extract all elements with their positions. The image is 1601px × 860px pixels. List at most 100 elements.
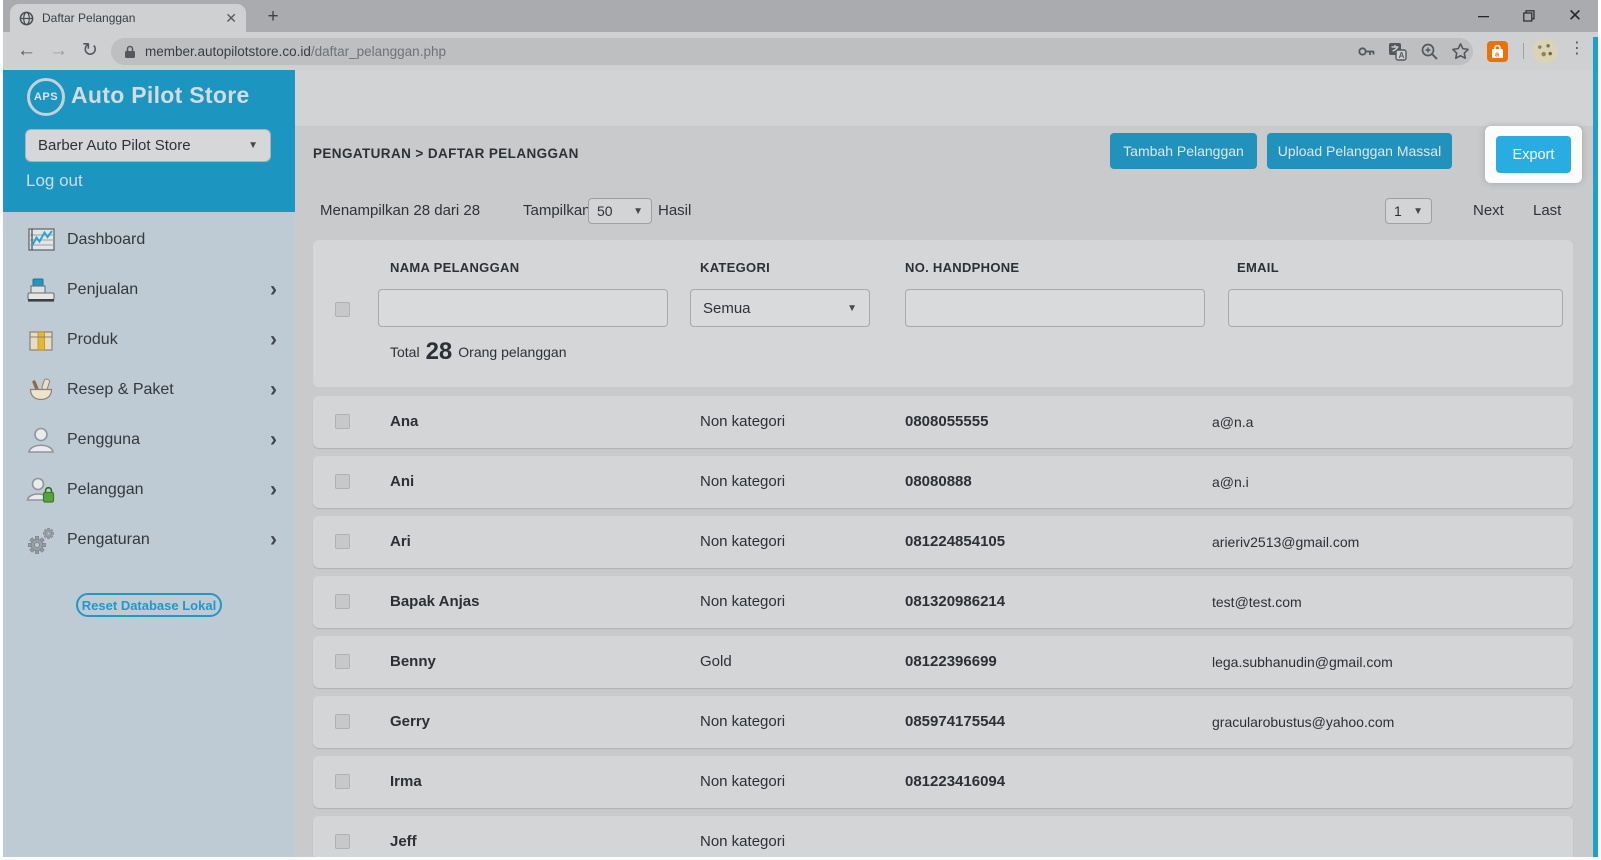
browser-window: Daftar Pelanggan ✕ + ✕ ← → ↻ bbox=[0, 0, 1601, 860]
table-row[interactable]: Jeff Non kategori bbox=[313, 816, 1573, 857]
chevron-right-icon: › bbox=[270, 530, 277, 550]
tab-title: Daftar Pelanggan bbox=[42, 11, 217, 25]
password-key-icon[interactable] bbox=[1357, 42, 1376, 61]
profile-avatar[interactable] bbox=[1532, 38, 1558, 64]
chevron-right-icon: › bbox=[270, 330, 277, 350]
table-row[interactable]: Irma Non kategori 081223416094 bbox=[313, 756, 1573, 808]
table-row[interactable]: Benny Gold 08122396699 lega.subhanudin@g… bbox=[313, 636, 1573, 688]
back-button[interactable]: ← bbox=[17, 37, 36, 65]
dashboard-chart-icon bbox=[25, 224, 57, 256]
showing-count-text: Menampilkan 28 dari 28 bbox=[320, 202, 480, 219]
customer-name: Jeff bbox=[390, 816, 417, 857]
sidebar-item-dashboard[interactable]: Dashboard bbox=[3, 215, 295, 265]
sidebar-item-penjualan[interactable]: Penjualan › bbox=[3, 265, 295, 315]
browser-menu-icon[interactable]: ⋮ bbox=[1569, 38, 1585, 58]
customer-email: lega.subhanudin@gmail.com bbox=[1212, 636, 1393, 688]
close-window-button[interactable]: ✕ bbox=[1552, 0, 1598, 32]
name-filter-input[interactable] bbox=[378, 289, 668, 327]
reload-button[interactable]: ↻ bbox=[82, 37, 98, 65]
customer-category: Non kategori bbox=[700, 696, 785, 748]
row-checkbox[interactable] bbox=[335, 534, 350, 549]
forward-button[interactable]: → bbox=[49, 37, 68, 65]
sidebar-header: APS Auto Pilot Store Barber Auto Pilot S… bbox=[3, 70, 295, 212]
customer-name: Benny bbox=[390, 636, 436, 688]
minimize-button[interactable] bbox=[1460, 0, 1506, 32]
user-icon bbox=[25, 424, 57, 456]
browser-toolbar: ← → ↻ member.autopilotstore.co.id/daftar… bbox=[3, 32, 1598, 70]
breadcrumb: PENGATURAN > DAFTAR PELANGGAN bbox=[313, 146, 579, 161]
chevron-right-icon: › bbox=[270, 480, 277, 500]
export-button[interactable]: Export bbox=[1496, 136, 1571, 173]
total-customers-text: Total 28 Orang pelanggan bbox=[390, 338, 566, 366]
phone-filter-input[interactable] bbox=[905, 289, 1205, 327]
sidebar-item-produk[interactable]: Produk › bbox=[3, 315, 295, 365]
add-customer-button[interactable]: Tambah Pelanggan bbox=[1110, 133, 1257, 169]
email-filter-input[interactable] bbox=[1228, 289, 1563, 327]
chevron-down-icon: ▼ bbox=[633, 206, 643, 217]
customer-name: Ana bbox=[390, 396, 418, 448]
customer-phone: 085974175544 bbox=[905, 696, 1005, 748]
upload-customers-button[interactable]: Upload Pelanggan Massal bbox=[1267, 133, 1452, 169]
sidebar-item-pengaturan[interactable]: Pengaturan › bbox=[3, 515, 295, 565]
table-row[interactable]: Gerry Non kategori 085974175544 gracular… bbox=[313, 696, 1573, 748]
customer-email: a@n.i bbox=[1212, 456, 1249, 508]
browser-titlebar: Daftar Pelanggan ✕ + ✕ bbox=[3, 0, 1598, 32]
sidebar-item-pelanggan[interactable]: Pelanggan › bbox=[3, 465, 295, 515]
row-checkbox[interactable] bbox=[335, 714, 350, 729]
row-checkbox[interactable] bbox=[335, 474, 350, 489]
tab-close-icon[interactable]: ✕ bbox=[225, 11, 237, 25]
row-checkbox[interactable] bbox=[335, 414, 350, 429]
chevron-down-icon: ▼ bbox=[1413, 206, 1423, 217]
zoom-page-icon[interactable] bbox=[1420, 42, 1439, 61]
column-header-category: KATEGORI bbox=[700, 260, 770, 275]
extension-icon[interactable]: a bbox=[1487, 41, 1508, 62]
mortar-pestle-icon bbox=[25, 374, 57, 406]
browser-tab[interactable]: Daftar Pelanggan ✕ bbox=[10, 4, 246, 32]
product-box-icon bbox=[25, 324, 57, 356]
table-row[interactable]: Bapak Anjas Non kategori 081320986214 te… bbox=[313, 576, 1573, 628]
logout-link[interactable]: Log out bbox=[26, 171, 83, 191]
customer-category: Non kategori bbox=[700, 576, 785, 628]
customer-phone: 081224854105 bbox=[905, 516, 1005, 568]
chevron-down-icon: ▼ bbox=[847, 303, 857, 314]
customer-name: Bapak Anjas bbox=[390, 576, 479, 628]
gears-icon bbox=[25, 524, 57, 556]
store-select-value: Barber Auto Pilot Store bbox=[38, 137, 191, 154]
chevron-down-icon: ▼ bbox=[248, 140, 258, 151]
reset-database-button[interactable]: Reset Database Lokal bbox=[76, 593, 222, 617]
table-row[interactable]: Ari Non kategori 081224854105 arieriv251… bbox=[313, 516, 1573, 568]
translate-icon[interactable]: A bbox=[1388, 42, 1407, 61]
row-checkbox[interactable] bbox=[335, 774, 350, 789]
table-row[interactable]: Ani Non kategori 08080888 a@n.i bbox=[313, 456, 1573, 508]
sidebar-item-label: Resep & Paket bbox=[67, 381, 174, 399]
sidebar-item-resep-paket[interactable]: Resep & Paket › bbox=[3, 365, 295, 415]
show-label: Tampilkan bbox=[523, 202, 591, 219]
restore-button[interactable] bbox=[1506, 0, 1552, 32]
chevron-right-icon: › bbox=[270, 430, 277, 450]
svg-text:A: A bbox=[1399, 51, 1405, 60]
row-checkbox[interactable] bbox=[335, 594, 350, 609]
row-checkbox[interactable] bbox=[335, 654, 350, 669]
customer-phone: 08080888 bbox=[905, 456, 972, 508]
customer-name: Gerry bbox=[390, 696, 430, 748]
page-number-select[interactable]: 1 ▼ bbox=[1385, 198, 1432, 224]
customer-phone: 0808055555 bbox=[905, 396, 988, 448]
page-number-value: 1 bbox=[1394, 203, 1402, 219]
table-row[interactable]: Ana Non kategori 0808055555 a@n.a bbox=[313, 396, 1573, 448]
customer-bag-icon bbox=[25, 474, 57, 506]
next-page-link[interactable]: Next bbox=[1473, 202, 1504, 219]
page-size-select[interactable]: 50 ▼ bbox=[588, 198, 652, 224]
cash-register-icon bbox=[25, 274, 57, 306]
category-filter-select[interactable]: Semua ▼ bbox=[690, 289, 870, 327]
bookmark-star-icon[interactable] bbox=[1451, 42, 1470, 61]
last-page-link[interactable]: Last bbox=[1533, 202, 1561, 219]
sidebar-item-pengguna[interactable]: Pengguna › bbox=[3, 415, 295, 465]
column-header-name: NAMA PELANGGAN bbox=[390, 260, 519, 275]
new-tab-button[interactable]: + bbox=[260, 5, 286, 29]
page-scrollbar[interactable] bbox=[1593, 37, 1598, 857]
row-checkbox[interactable] bbox=[335, 834, 350, 849]
store-select[interactable]: Barber Auto Pilot Store ▼ bbox=[25, 129, 271, 162]
page-header-band bbox=[295, 70, 1598, 126]
address-bar[interactable]: member.autopilotstore.co.id/daftar_pelan… bbox=[111, 38, 1473, 65]
select-all-checkbox[interactable] bbox=[335, 302, 350, 317]
